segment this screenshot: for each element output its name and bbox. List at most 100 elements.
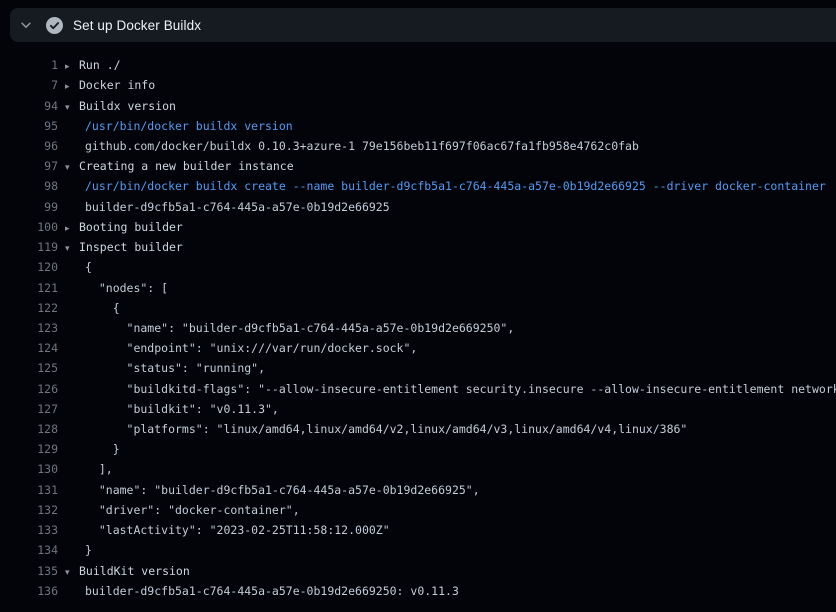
log-line: 134} — [0, 540, 836, 560]
output-text: } — [65, 442, 120, 456]
triangle-down-icon[interactable]: ▾ — [65, 163, 79, 173]
log-line: 128 "platforms": "linux/amd64,linux/amd6… — [0, 419, 836, 439]
command-text: /usr/bin/docker buildx version — [65, 119, 293, 133]
workflow-log-page: { "header": { "title": "Set up Docker Bu… — [0, 8, 836, 612]
line-number[interactable]: 94 — [0, 99, 58, 113]
log-line: 98/usr/bin/docker buildx create --name b… — [0, 176, 836, 196]
log-line: 122 { — [0, 298, 836, 318]
log-group-header[interactable]: ▾Inspect builder — [65, 240, 183, 254]
output-text: "platforms": "linux/amd64,linux/amd64/v2… — [65, 422, 687, 436]
output-text: "name": "builder-d9cfb5a1-c764-445a-a57e… — [65, 321, 514, 335]
line-number[interactable]: 122 — [0, 301, 58, 315]
line-number[interactable]: 132 — [0, 503, 58, 517]
log-line[interactable]: 1 ▸Run ./ — [0, 55, 836, 75]
line-number[interactable]: 99 — [0, 200, 58, 214]
group-title: Creating a new builder instance — [79, 159, 294, 173]
group-title: Run ./ — [79, 58, 121, 72]
line-number[interactable]: 124 — [0, 341, 58, 355]
line-number[interactable]: 121 — [0, 281, 58, 295]
output-text: builder-d9cfb5a1-c764-445a-a57e-0b19d2e6… — [65, 584, 459, 598]
check-circle-icon — [46, 17, 63, 34]
line-number[interactable]: 133 — [0, 523, 58, 537]
line-number[interactable]: 7 — [0, 78, 58, 92]
triangle-right-icon[interactable]: ▸ — [65, 62, 79, 72]
log-line: 99 builder-d9cfb5a1-c764-445a-a57e-0b19d2… — [0, 197, 836, 217]
log-line: 136 builder-d9cfb5a1-c764-445a-a57e-0b19d… — [0, 581, 836, 601]
log-line: 127 "buildkit": "v0.11.3", — [0, 399, 836, 419]
log-group-header[interactable]: ▾Buildx version — [65, 99, 176, 113]
step-header[interactable]: Set up Docker Buildx — [10, 8, 836, 42]
log-line[interactable]: 7 ▸Docker info — [0, 75, 836, 95]
log-viewer: 1▸Run ./7▸Docker info94▾Buildx version95… — [0, 55, 836, 601]
command-text: /usr/bin/docker buildx create --name bui… — [65, 179, 826, 193]
log-line: 123 "name": "builder-d9cfb5a1-c764-445a-… — [0, 318, 836, 338]
output-text: { — [65, 301, 120, 315]
line-number[interactable]: 127 — [0, 402, 58, 416]
output-text: "name": "builder-d9cfb5a1-c764-445a-a57e… — [65, 483, 480, 497]
group-title: Buildx version — [79, 99, 176, 113]
triangle-right-icon[interactable]: ▸ — [65, 82, 79, 92]
output-text: builder-d9cfb5a1-c764-445a-a57e-0b19d2e6… — [65, 200, 390, 214]
log-line: 126 "buildkitd-flags": "--allow-insecure… — [0, 379, 836, 399]
line-number[interactable]: 96 — [0, 139, 58, 153]
line-number[interactable]: 119 — [0, 240, 58, 254]
log-line: 130 ], — [0, 459, 836, 479]
step-title: Set up Docker Buildx — [73, 18, 201, 33]
chevron-down-icon[interactable] — [19, 18, 33, 32]
log-line: 95/usr/bin/docker buildx version — [0, 116, 836, 136]
group-title: BuildKit version — [79, 564, 190, 578]
log-line[interactable]: 97 ▾Creating a new builder instance — [0, 156, 836, 176]
triangle-right-icon[interactable]: ▸ — [65, 224, 79, 234]
log-line: 133 "lastActivity": "2023-02-25T11:58:12… — [0, 520, 836, 540]
log-line[interactable]: 100 ▸Booting builder — [0, 217, 836, 237]
log-line: 120 { — [0, 257, 836, 277]
group-title: Inspect builder — [79, 240, 183, 254]
line-number[interactable]: 98 — [0, 179, 58, 193]
output-text: "nodes": [ — [65, 281, 168, 295]
log-group-header[interactable]: ▾BuildKit version — [65, 564, 190, 578]
log-line: 132 "driver": "docker-container", — [0, 500, 836, 520]
output-text: "buildkitd-flags": "--allow-insecure-ent… — [65, 382, 836, 396]
log-line: 124 "endpoint": "unix:///var/run/docker.… — [0, 338, 836, 358]
line-number[interactable]: 100 — [0, 220, 58, 234]
output-text: ], — [65, 462, 113, 476]
line-number[interactable]: 97 — [0, 159, 58, 173]
log-group-header[interactable]: ▸Docker info — [65, 78, 155, 92]
line-number[interactable]: 125 — [0, 361, 58, 375]
log-line[interactable]: 135 ▾BuildKit version — [0, 560, 836, 580]
log-line: 129 } — [0, 439, 836, 459]
triangle-down-icon[interactable]: ▾ — [65, 568, 79, 578]
output-text: { — [65, 260, 92, 274]
output-text: "endpoint": "unix:///var/run/docker.sock… — [65, 341, 417, 355]
output-text: "lastActivity": "2023-02-25T11:58:12.000… — [65, 523, 390, 537]
line-number[interactable]: 135 — [0, 564, 58, 578]
group-title: Booting builder — [79, 220, 183, 234]
log-line: 131 "name": "builder-d9cfb5a1-c764-445a-… — [0, 480, 836, 500]
log-group-header[interactable]: ▸Run ./ — [65, 58, 121, 72]
line-number[interactable]: 95 — [0, 119, 58, 133]
triangle-down-icon[interactable]: ▾ — [65, 244, 79, 254]
log-line: 125 "status": "running", — [0, 358, 836, 378]
log-group-header[interactable]: ▾Creating a new builder instance — [65, 159, 294, 173]
group-title: Docker info — [79, 78, 155, 92]
line-number[interactable]: 130 — [0, 462, 58, 476]
line-number[interactable]: 136 — [0, 584, 58, 598]
line-number[interactable]: 134 — [0, 543, 58, 557]
line-number[interactable]: 1 — [0, 58, 58, 72]
log-line[interactable]: 119 ▾Inspect builder — [0, 237, 836, 257]
line-number[interactable]: 120 — [0, 260, 58, 274]
line-number[interactable]: 128 — [0, 422, 58, 436]
log-line: 96 github.com/docker/buildx 0.10.3+azure-… — [0, 136, 836, 156]
output-text: "buildkit": "v0.11.3", — [65, 402, 279, 416]
output-text: } — [65, 543, 92, 557]
output-text: github.com/docker/buildx 0.10.3+azure-1 … — [65, 139, 639, 153]
triangle-down-icon[interactable]: ▾ — [65, 103, 79, 113]
log-line[interactable]: 94 ▾Buildx version — [0, 95, 836, 115]
log-group-header[interactable]: ▸Booting builder — [65, 220, 183, 234]
line-number[interactable]: 123 — [0, 321, 58, 335]
log-line: 121 "nodes": [ — [0, 277, 836, 297]
line-number[interactable]: 126 — [0, 382, 58, 396]
line-number[interactable]: 131 — [0, 483, 58, 497]
line-number[interactable]: 129 — [0, 442, 58, 456]
output-text: "driver": "docker-container", — [65, 503, 300, 517]
